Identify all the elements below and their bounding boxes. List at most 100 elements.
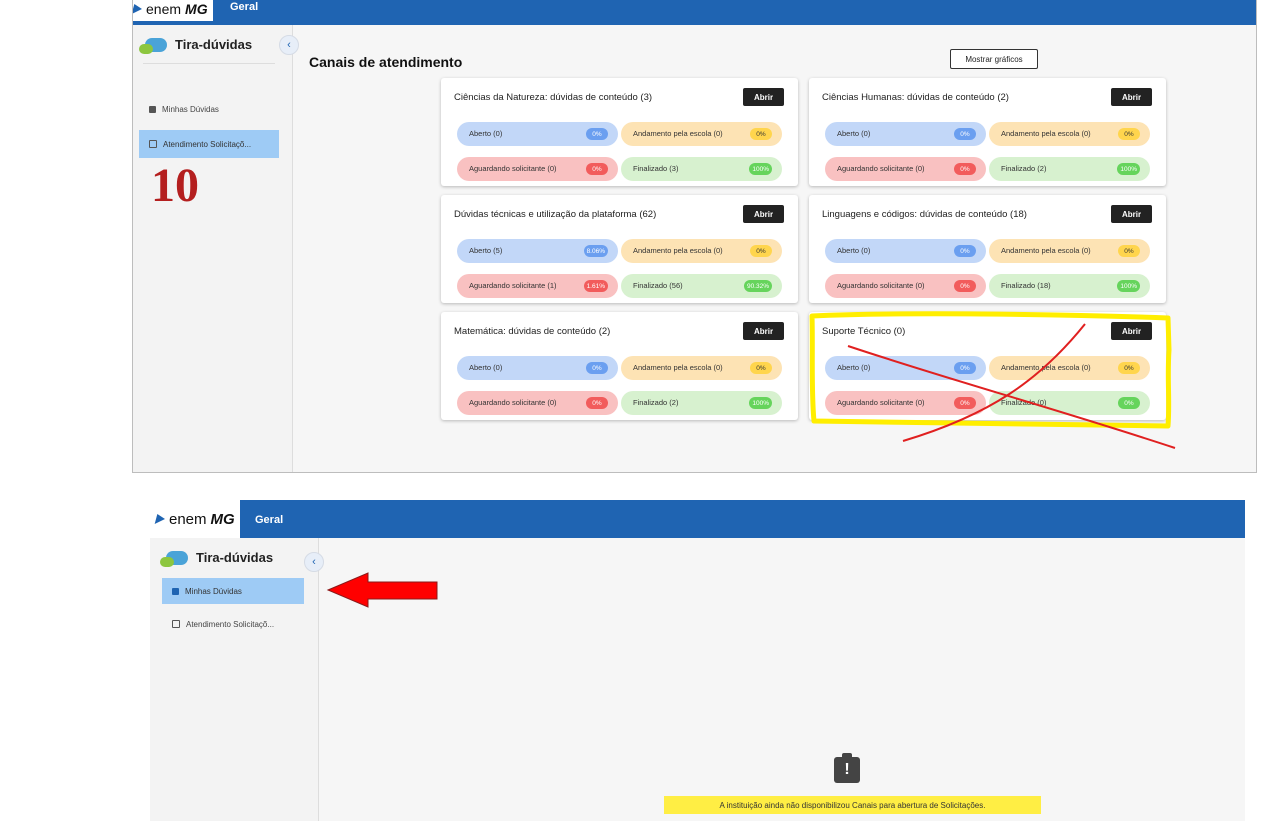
- status-pill: Andamento pela escola (0) 0%: [621, 356, 782, 380]
- status-percent-badge: 0%: [954, 245, 976, 257]
- status-label: Andamento pela escola (0): [1001, 129, 1091, 138]
- enem-mg-logo[interactable]: enem MG: [150, 500, 240, 538]
- logo-arrow-icon: [133, 4, 144, 14]
- annotation-number: 10: [151, 159, 199, 212]
- status-percent-badge: 0%: [954, 397, 976, 409]
- sidebar-item-minhas-duvidas[interactable]: Minhas Dúvidas: [139, 99, 279, 119]
- status-label: Finalizado (3): [633, 164, 679, 173]
- logo-arrow-icon: [154, 514, 167, 524]
- status-label: Aguardando solicitante (0): [837, 281, 925, 290]
- status-percent-badge: 0%: [1118, 128, 1140, 140]
- chevron-left-icon[interactable]: ‹: [304, 552, 324, 572]
- page-title: Canais de atendimento: [309, 54, 463, 70]
- status-label: Andamento pela escola (0): [633, 246, 723, 255]
- enem-mg-logo[interactable]: enem MG: [133, 0, 213, 21]
- channel-card: Linguagens e códigos: dúvidas de conteúd…: [809, 195, 1166, 303]
- status-percent-badge: 0%: [1118, 245, 1140, 257]
- status-percent-badge: 0%: [1118, 362, 1140, 374]
- clipboard-alert-icon: !: [834, 753, 860, 783]
- status-label: Finalizado (0): [1001, 398, 1047, 407]
- sidebar-header: Tira-dúvidas: [139, 37, 252, 54]
- chat-bubbles-icon: [139, 37, 167, 54]
- sidebar-item-minhas-duvidas[interactable]: Minhas Dúvidas: [162, 578, 304, 604]
- status-label: Aguardando solicitante (0): [469, 164, 557, 173]
- status-percent-badge: 0%: [750, 128, 772, 140]
- status-pill: Aberto (0) 0%: [825, 356, 986, 380]
- channel-card-title: Ciências da Natureza: dúvidas de conteúd…: [454, 92, 653, 103]
- channel-card: Ciências da Natureza: dúvidas de conteúd…: [441, 78, 798, 186]
- status-pill: Aberto (0) 0%: [457, 356, 618, 380]
- status-percent-badge: 0%: [586, 362, 608, 374]
- chevron-left-icon[interactable]: ‹: [279, 35, 299, 55]
- status-label: Andamento pela escola (0): [633, 363, 723, 372]
- status-percent-badge: 0%: [586, 397, 608, 409]
- status-percent-badge: 0%: [954, 362, 976, 374]
- status-pill: Andamento pela escola (0) 0%: [989, 239, 1150, 263]
- chat-bubbles-icon: [160, 550, 188, 567]
- channel-card-title: Linguagens e códigos: dúvidas de conteúd…: [822, 209, 1027, 220]
- sidebar-header: Tira-dúvidas: [160, 550, 273, 567]
- status-label: Aberto (5): [469, 246, 503, 255]
- top-bar: enem MG Geral: [133, 0, 1256, 25]
- status-percent-badge: 8.06%: [583, 245, 608, 257]
- status-label: Andamento pela escola (0): [633, 129, 723, 138]
- list-icon: [172, 620, 180, 628]
- top-bar: enem MG Geral: [150, 500, 1245, 538]
- status-pill: Finalizado (0) 0%: [989, 391, 1150, 415]
- channel-card-title: Matemática: dúvidas de conteúdo (2): [454, 326, 611, 337]
- square-icon: [172, 587, 179, 595]
- status-label: Finalizado (2): [1001, 164, 1047, 173]
- open-channel-button[interactable]: Abrir: [1111, 88, 1152, 106]
- open-channel-button[interactable]: Abrir: [743, 322, 784, 340]
- open-channel-button[interactable]: Abrir: [1111, 322, 1152, 340]
- status-label: Finalizado (2): [633, 398, 679, 407]
- status-label: Aberto (0): [837, 363, 871, 372]
- show-charts-button[interactable]: Mostrar gráficos: [950, 49, 1038, 69]
- status-percent-badge: 0%: [954, 128, 976, 140]
- sidebar: Tira-dúvidas ‹ Minhas Dúvidas Atendiment…: [150, 538, 324, 821]
- status-pill: Aguardando solicitante (1) 1.61%: [457, 274, 618, 298]
- status-label: Aberto (0): [469, 129, 503, 138]
- channel-card: Suporte Técnico (0) Abrir Aberto (0) 0% Anda…: [809, 312, 1166, 420]
- status-pill: Aberto (0) 0%: [457, 122, 618, 146]
- status-pill: Andamento pela escola (0) 0%: [989, 122, 1150, 146]
- open-channel-button[interactable]: Abrir: [743, 88, 784, 106]
- channel-card-title: Dúvidas técnicas e utilização da platafo…: [454, 209, 657, 220]
- status-pill: Finalizado (3) 100%: [621, 157, 782, 181]
- sidebar-item-atendimento[interactable]: Atendimento Solicitaçõ...: [139, 130, 279, 158]
- channel-card: Dúvidas técnicas e utilização da platafo…: [441, 195, 798, 303]
- status-percent-badge: 100%: [1117, 280, 1140, 292]
- status-percent-badge: 100%: [749, 163, 772, 175]
- status-pill: Aguardando solicitante (0) 0%: [457, 157, 618, 181]
- open-channel-button[interactable]: Abrir: [1111, 205, 1152, 223]
- channel-card-title: Suporte Técnico (0): [822, 326, 906, 337]
- status-pill: Finalizado (18) 100%: [989, 274, 1150, 298]
- status-pill: Finalizado (2) 100%: [989, 157, 1150, 181]
- status-label: Aguardando solicitante (1): [469, 281, 557, 290]
- sidebar-item-atendimento[interactable]: Atendimento Solicitaçõ...: [162, 614, 304, 634]
- status-label: Finalizado (56): [633, 281, 683, 290]
- status-pill: Aguardando solicitante (0) 0%: [825, 157, 986, 181]
- channel-card: Matemática: dúvidas de conteúdo (2) Abrir…: [441, 312, 798, 420]
- status-label: Aberto (0): [469, 363, 503, 372]
- status-pill: Andamento pela escola (0) 0%: [621, 122, 782, 146]
- open-channel-button[interactable]: Abrir: [743, 205, 784, 223]
- status-label: Andamento pela escola (0): [1001, 363, 1091, 372]
- status-label: Aberto (0): [837, 246, 871, 255]
- list-icon: [149, 140, 157, 148]
- status-pill: Andamento pela escola (0) 0%: [989, 356, 1150, 380]
- nav-tab-geral[interactable]: Geral: [255, 514, 283, 526]
- status-percent-badge: 0%: [586, 128, 608, 140]
- status-label: Aberto (0): [837, 129, 871, 138]
- status-percent-badge: 100%: [1117, 163, 1140, 175]
- nav-tab-geral[interactable]: Geral: [230, 1, 258, 13]
- status-pill: Finalizado (56) 90.32%: [621, 274, 782, 298]
- square-icon: [149, 105, 156, 113]
- sidebar: Tira-dúvidas ‹ Minhas Dúvidas Atendiment…: [133, 25, 299, 472]
- status-label: Aguardando solicitante (0): [837, 398, 925, 407]
- status-pill: Aguardando solicitante (0) 0%: [457, 391, 618, 415]
- status-pill: Aguardando solicitante (0) 0%: [825, 274, 986, 298]
- status-pill: Aguardando solicitante (0) 0%: [825, 391, 986, 415]
- divider: [143, 63, 275, 64]
- status-percent-badge: 1.61%: [583, 280, 608, 292]
